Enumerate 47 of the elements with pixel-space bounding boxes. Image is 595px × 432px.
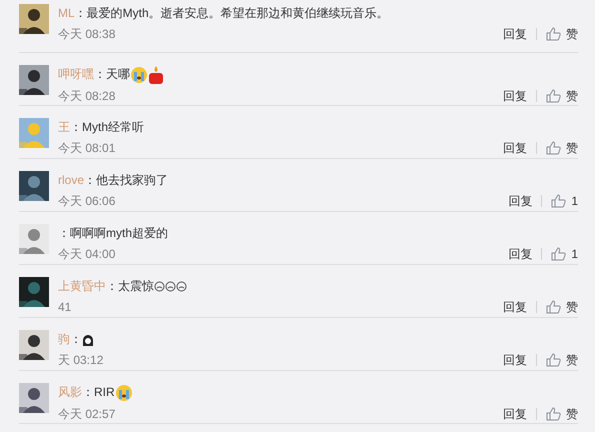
- like-count[interactable]: 赞: [566, 139, 578, 157]
- timestamp: 今天 08:38: [58, 26, 116, 43]
- thumbs-up-icon: [551, 247, 566, 261]
- timestamp: 今天 08:01: [58, 140, 116, 157]
- reply-link[interactable]: 回复: [503, 351, 527, 369]
- like-count[interactable]: 赞: [566, 298, 578, 316]
- comment-text: rlove：他去找家驹了: [58, 172, 170, 189]
- reply-link[interactable]: 回复: [508, 245, 532, 263]
- timestamp: 41: [58, 299, 72, 316]
- like-count[interactable]: 赞: [566, 86, 578, 105]
- reply-link[interactable]: 回复: [503, 298, 527, 316]
- reply-link[interactable]: 回复: [503, 404, 527, 423]
- comment-text: 风影：RIR: [58, 383, 578, 402]
- candle-icon: [148, 66, 164, 84]
- face-icon: [165, 281, 176, 292]
- reply-link[interactable]: 回复: [503, 139, 527, 157]
- like-count[interactable]: 赞: [566, 404, 578, 423]
- face-icon: [154, 281, 165, 292]
- comment-text: ML：最爱的Myth。逝者安息。希望在那边和黄伯继续玩音乐。: [58, 5, 390, 22]
- thumbs-up-icon: [546, 406, 561, 421]
- crying-face-icon: [114, 384, 133, 402]
- reply-link[interactable]: 回复: [503, 86, 527, 105]
- timestamp: 今天 06:06: [58, 193, 116, 210]
- timestamp: 天 03:12: [58, 352, 104, 369]
- face-icon: [176, 281, 187, 292]
- thumbs-up-icon: [546, 353, 561, 367]
- comment-text: ：啊啊啊myth超爱的: [58, 225, 170, 242]
- thumbs-up-icon: [546, 88, 561, 103]
- like-count[interactable]: 赞: [566, 25, 578, 43]
- thumbs-up-icon: [546, 300, 561, 314]
- reply-link[interactable]: 回复: [508, 192, 532, 210]
- comment-text: 上黄昏中：太震惊: [58, 277, 578, 295]
- reply-link[interactable]: 回复: [503, 25, 527, 43]
- thumbs-up-icon: [546, 27, 561, 41]
- timestamp: 今天 02:57: [58, 406, 116, 423]
- comment-text: 驹：: [58, 330, 578, 348]
- comment-text: 呷呀嘿：天哪: [58, 65, 578, 84]
- timestamp: 今天 08:28: [58, 88, 116, 105]
- like-count[interactable]: 赞: [566, 351, 578, 369]
- thumbs-up-icon: [546, 141, 561, 155]
- thumbs-up-icon: [551, 194, 566, 208]
- crying-face-icon: [130, 66, 148, 84]
- comment-text: 王：Myth经常听: [58, 119, 146, 136]
- like-count[interactable]: 1: [571, 245, 578, 263]
- timestamp: 今天 04:00: [58, 246, 116, 263]
- like-count[interactable]: 1: [571, 192, 578, 210]
- scared-face-icon: [82, 334, 94, 346]
